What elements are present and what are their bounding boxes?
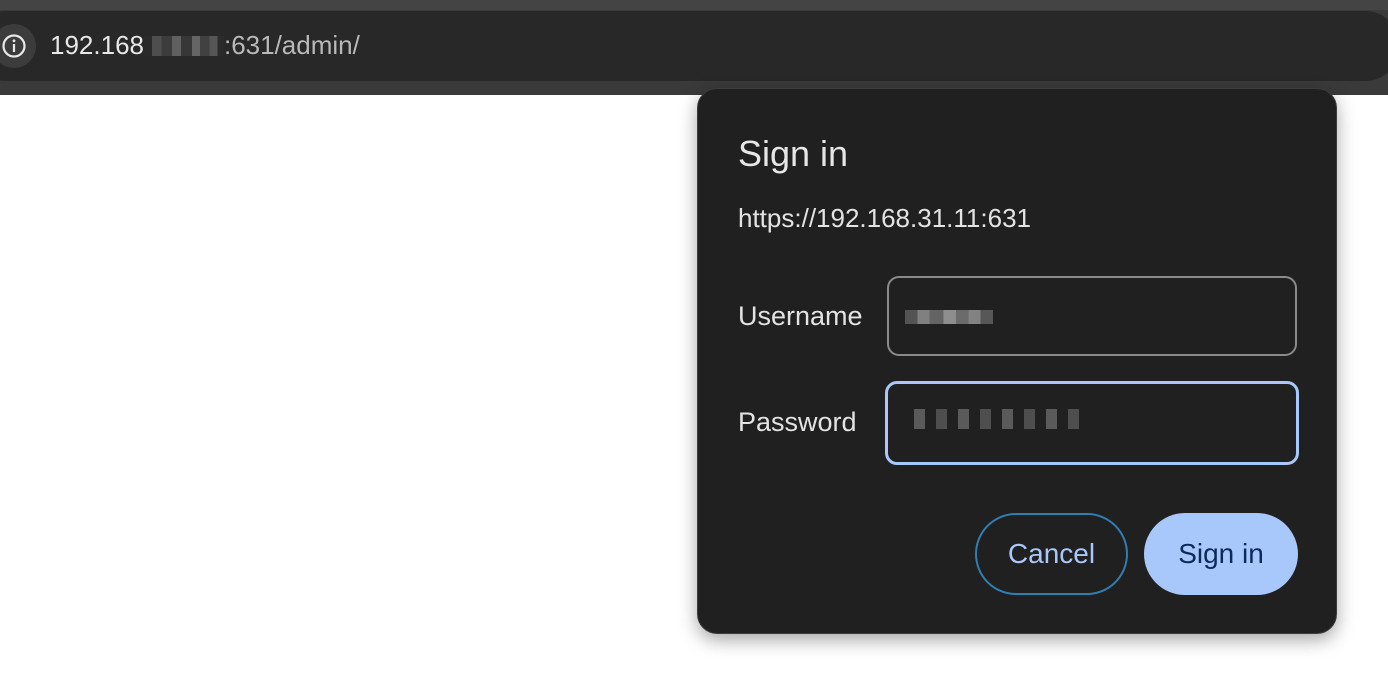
redacted-host xyxy=(143,36,224,56)
browser-toolbar: 192.168 :631/admin/ xyxy=(0,0,1388,95)
url-port-path: :631/admin/ xyxy=(223,30,360,60)
username-label: Username xyxy=(738,301,863,331)
sign-in-dialog: Sign in https://192.168.31.11:631 Userna… xyxy=(697,88,1337,634)
username-field[interactable] xyxy=(887,276,1297,356)
redacted-password xyxy=(914,409,1079,429)
address-text[interactable]: 192.168 :631/admin/ xyxy=(50,30,360,61)
password-label: Password xyxy=(738,407,857,437)
password-field[interactable] xyxy=(885,381,1299,465)
redacted-username xyxy=(905,310,993,324)
tab-strip xyxy=(0,0,1388,10)
cancel-button[interactable]: Cancel xyxy=(975,513,1128,595)
url-host: 192.168 xyxy=(50,30,144,60)
dialog-title: Sign in xyxy=(738,133,849,174)
sign-in-button[interactable]: Sign in xyxy=(1144,513,1298,595)
info-icon-glyph xyxy=(2,34,26,58)
dialog-origin: https://192.168.31.11:631 xyxy=(738,203,1031,233)
